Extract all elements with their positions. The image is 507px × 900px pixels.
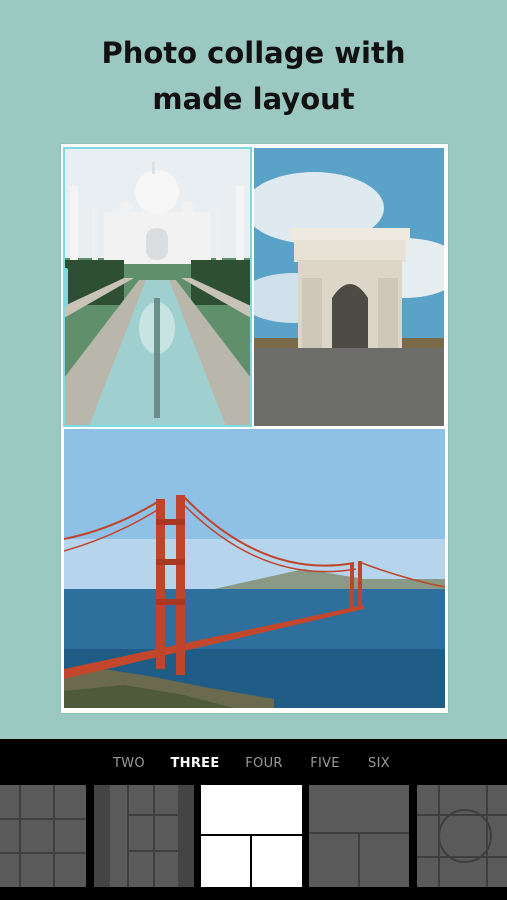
layout-thumbnail-3-selected[interactable] [201, 785, 302, 887]
layout-thumbnail-1[interactable] [0, 785, 86, 887]
layout-thumbnails [0, 785, 507, 887]
tab-two[interactable]: TWO [113, 756, 145, 771]
golden-gate-bridge-photo [64, 429, 445, 708]
page-title: Photo collage with made layout [0, 30, 507, 122]
arc-de-triomphe-photo [254, 148, 444, 426]
title-line-2: made layout [152, 82, 355, 116]
resize-handle-left[interactable] [64, 268, 68, 306]
collage-canvas [61, 144, 448, 713]
collage-cell-arc-de-triomphe[interactable] [254, 148, 444, 426]
tab-six[interactable]: SIX [368, 756, 390, 771]
tab-five[interactable]: FIVE [310, 756, 340, 771]
layout-thumbnail-4[interactable] [309, 785, 409, 887]
taj-mahal-photo [64, 148, 251, 426]
title-line-1: Photo collage with [101, 36, 406, 70]
layout-count-tabs: TWO THREE FOUR FIVE SIX [0, 756, 507, 776]
layout-thumbnail-5[interactable] [417, 785, 507, 887]
layout-thumbnail-2[interactable] [94, 785, 194, 887]
tab-four[interactable]: FOUR [245, 756, 282, 771]
collage-cell-taj-mahal[interactable] [63, 147, 252, 427]
collage-cell-golden-gate[interactable] [64, 429, 445, 708]
tab-three[interactable]: THREE [170, 756, 219, 771]
layout-picker-bar: TWO THREE FOUR FIVE SIX [0, 739, 507, 900]
